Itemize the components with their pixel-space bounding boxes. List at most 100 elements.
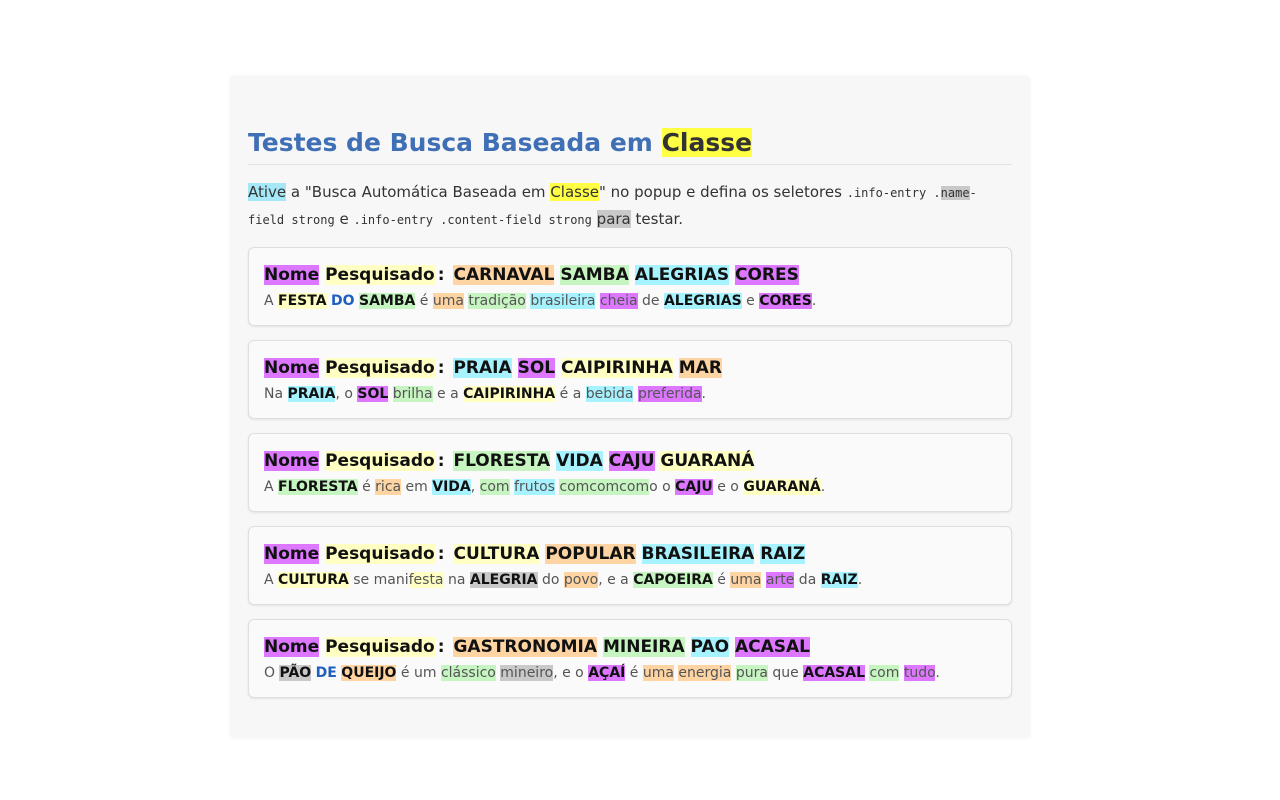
search-term: CAJU <box>608 451 655 471</box>
search-term: CAIPIRINHA <box>561 358 673 378</box>
name-label: Nome <box>264 544 320 564</box>
content-field: A FLORESTA é rica em VIDA, com frutos co… <box>264 479 826 495</box>
content-keyword: DO <box>331 293 355 309</box>
selector-code: .info-entry .content-field strong <box>353 213 592 227</box>
content-word: festa <box>408 572 444 588</box>
content-keyword: QUEIJO <box>341 665 397 681</box>
content-keyword: CAJU <box>675 479 713 495</box>
search-term: POPULAR <box>545 544 636 564</box>
search-term: MINEIRA <box>602 637 685 657</box>
colon: : <box>437 451 445 471</box>
name-field: Nome Pesquisado: GASTRONOMIA MINEIRA PAO… <box>264 634 996 660</box>
content-keyword: ALEGRIAS <box>663 293 742 309</box>
content-word: clássico <box>440 665 496 681</box>
intro-text: " no popup e defina os seletores <box>599 183 847 201</box>
content-word: arte <box>765 572 795 588</box>
content-keyword: CORES <box>759 293 812 309</box>
content-word: bebida <box>585 386 634 402</box>
intro-text: a "Busca Automática Baseada em <box>286 183 551 201</box>
search-term: MAR <box>678 358 722 378</box>
intro-text: e <box>334 210 354 228</box>
name-field: Nome Pesquisado: CARNAVAL SAMBA ALEGRIAS… <box>264 262 996 288</box>
name-label: Nome <box>264 265 320 285</box>
search-term: FLORESTA <box>453 451 551 471</box>
content-keyword: FESTA <box>278 293 327 309</box>
name-field: Nome Pesquisado: PRAIA SOL CAIPIRINHA MA… <box>264 355 996 381</box>
colon: : <box>437 544 445 564</box>
content-word: energia <box>678 665 732 681</box>
content-keyword: CAIPIRINHA <box>463 386 556 402</box>
search-term: GUARANÁ <box>660 451 755 471</box>
content-keyword: SAMBA <box>358 293 416 309</box>
content-keyword: VIDA <box>432 479 471 495</box>
content-word: cheia <box>599 293 638 309</box>
searched-label: Pesquisado <box>325 358 435 378</box>
content-field: Na PRAIA, o SOL brilha e a CAIPIRINHA é … <box>264 386 706 402</box>
search-term: PAO <box>690 637 730 657</box>
intro-word: Classe <box>550 183 599 201</box>
content-keyword: CULTURA <box>278 572 349 588</box>
content-word: uma <box>730 572 762 588</box>
intro-paragraph: Ative a "Busca Automática Baseada em Cla… <box>248 179 1012 233</box>
content-keyword: CAPOEIRA <box>633 572 713 588</box>
content-word: uma <box>432 293 464 309</box>
searched-label: Pesquisado <box>325 544 435 564</box>
content-word: brasileira <box>530 293 596 309</box>
search-term: PRAIA <box>453 358 512 378</box>
searched-label: Pesquisado <box>325 265 435 285</box>
title-prefix: Testes de Busca Baseada em <box>248 128 662 157</box>
content-keyword: RAIZ <box>820 572 858 588</box>
title-highlight: Classe <box>661 128 753 157</box>
content-word: povo <box>563 572 599 588</box>
content-keyword: PÃO <box>279 665 312 681</box>
intro-text: testar. <box>630 210 684 228</box>
intro-code-highlight: name <box>940 186 970 200</box>
info-entry: Nome Pesquisado: CULTURA POPULAR BRASILE… <box>248 526 1012 605</box>
content-keyword: ALEGRIA <box>469 572 538 588</box>
colon: : <box>437 358 445 378</box>
search-term: BRASILEIRA <box>641 544 755 564</box>
search-term: CARNAVAL <box>453 265 555 285</box>
test-panel: Testes de Busca Baseada em Classe Ative … <box>230 76 1030 738</box>
content-field: O PÃO DE QUEIJO é um clássico mineiro, e… <box>264 665 940 681</box>
page-title: Testes de Busca Baseada em Classe <box>248 126 1012 165</box>
search-term: SOL <box>517 358 556 378</box>
intro-word: para <box>596 210 631 228</box>
name-field: Nome Pesquisado: FLORESTA VIDA CAJU GUAR… <box>264 448 996 474</box>
searched-label: Pesquisado <box>325 451 435 471</box>
search-term: ALEGRIAS <box>634 265 730 285</box>
content-keyword: FLORESTA <box>278 479 358 495</box>
search-term: CULTURA <box>453 544 540 564</box>
search-term: RAIZ <box>760 544 806 564</box>
content-field: A FESTA DO SAMBA é uma tradição brasilei… <box>264 293 817 309</box>
searched-label: Pesquisado <box>325 637 435 657</box>
search-term: GASTRONOMIA <box>453 637 598 657</box>
content-word: brilha <box>392 386 433 402</box>
name-label: Nome <box>264 358 320 378</box>
content-word: pura <box>735 665 768 681</box>
search-term: CORES <box>735 265 799 285</box>
colon: : <box>437 265 445 285</box>
search-term: VIDA <box>556 451 603 471</box>
content-keyword: ACASAL <box>803 665 866 681</box>
content-keyword: PRAIA <box>287 386 336 402</box>
info-entry: Nome Pesquisado: GASTRONOMIA MINEIRA PAO… <box>248 619 1012 698</box>
intro-word: Ative <box>248 183 287 201</box>
content-keyword: GUARANÁ <box>743 479 821 495</box>
name-label: Nome <box>264 451 320 471</box>
content-word: preferida <box>637 386 702 402</box>
info-entry: Nome Pesquisado: FLORESTA VIDA CAJU GUAR… <box>248 433 1012 512</box>
colon: : <box>437 637 445 657</box>
content-word: tudo <box>903 665 936 681</box>
info-entry: Nome Pesquisado: CARNAVAL SAMBA ALEGRIAS… <box>248 247 1012 326</box>
content-field: A CULTURA se manifesta na ALEGRIA do pov… <box>264 572 863 588</box>
content-keyword: SOL <box>357 386 389 402</box>
content-word: tradição <box>468 293 526 309</box>
content-word: frutos <box>514 479 555 495</box>
search-term: SAMBA <box>560 265 629 285</box>
content-word: com <box>869 665 900 681</box>
content-word: uma <box>642 665 674 681</box>
content-word: comcomcom <box>559 479 650 495</box>
content-word: rica <box>375 479 402 495</box>
content-word: com <box>479 479 510 495</box>
